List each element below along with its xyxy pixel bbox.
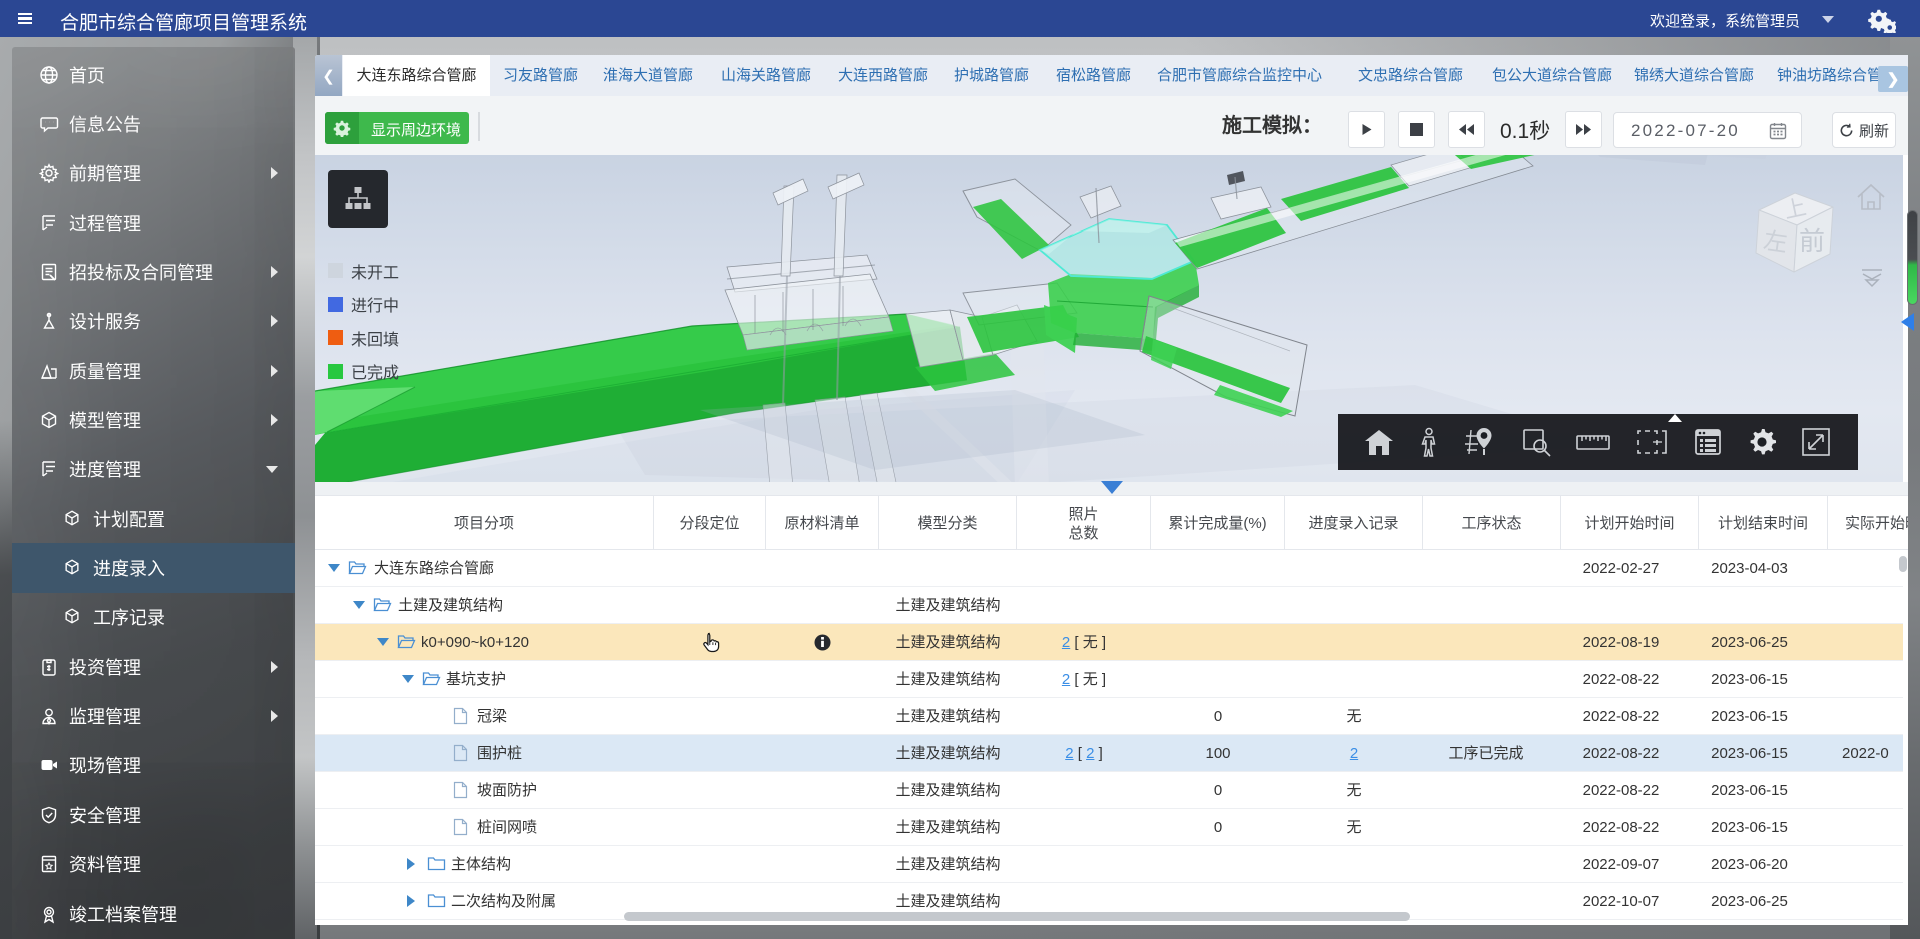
svg-text:左: 左 (1762, 227, 1790, 257)
svg-text:前: 前 (1799, 226, 1825, 256)
